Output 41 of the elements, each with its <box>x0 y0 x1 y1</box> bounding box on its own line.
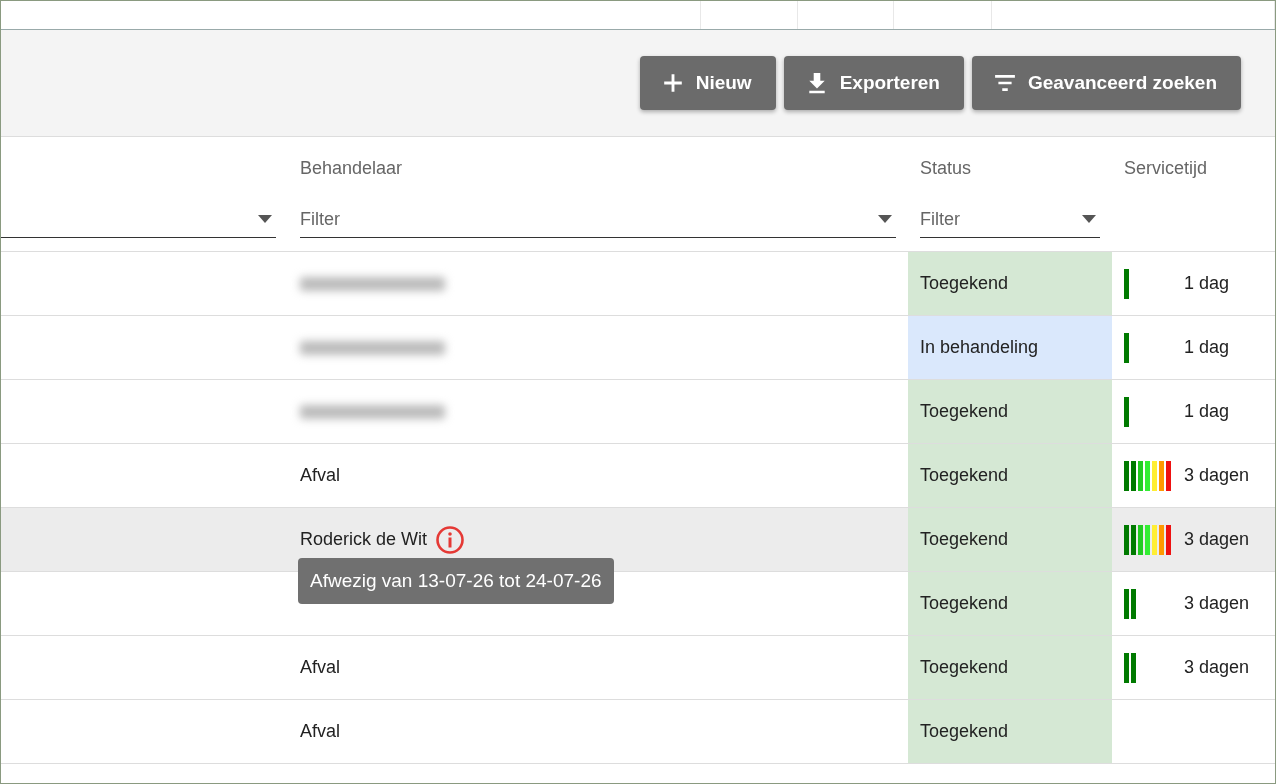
service-time-meter <box>1124 652 1136 683</box>
handler-name: Roderick de Wit <box>300 529 428 550</box>
service-time: 3 dagen <box>1184 465 1250 486</box>
handler-name: Afval <box>300 657 341 678</box>
column-header: Behandelaar <box>300 158 403 178</box>
handler-name: Afval <box>300 721 341 742</box>
filter-icon <box>993 72 1016 94</box>
status-cell: Toegekend <box>908 700 1112 763</box>
status-cell: Toegekend <box>908 572 1112 635</box>
status-cell: Toegekend <box>908 380 1112 443</box>
status-cell: In behandeling <box>908 316 1112 379</box>
caret-icon <box>878 215 892 223</box>
filter-button[interactable]: Geavanceerd zoeken <box>971 56 1241 110</box>
column-header: Servicetijd <box>1124 158 1208 178</box>
service-time: 3 dagen <box>1184 593 1250 614</box>
service-time-meter <box>1124 268 1129 299</box>
filter-dropdown[interactable]: Filter <box>300 201 896 238</box>
service-time: 3 dagen <box>1184 657 1250 678</box>
filter-dropdown[interactable]: Filter <box>920 201 1100 238</box>
status-cell: Toegekend <box>908 508 1112 571</box>
handler-name: Afval <box>300 465 341 486</box>
export-button[interactable]: Exporteren <box>783 56 964 110</box>
service-time-meter <box>1124 396 1129 427</box>
service-time-meter <box>1124 332 1129 363</box>
info-icon[interactable] <box>435 524 466 555</box>
tooltip: Afwezig van 13-07-26 tot 24-07-26 <box>298 558 614 604</box>
status-cell: Toegekend <box>908 252 1112 315</box>
caret-icon <box>258 215 272 223</box>
service-time-meter <box>1124 524 1171 555</box>
column-header: Status <box>920 158 972 178</box>
status-cell: Toegekend <box>908 444 1112 507</box>
service-time: 1 dag <box>1184 337 1230 358</box>
service-time-meter <box>1124 588 1136 619</box>
service-time: 3 dagen <box>1184 529 1250 550</box>
caret-icon <box>1082 215 1096 223</box>
service-time: 1 dag <box>1184 401 1230 422</box>
add-button[interactable]: Nieuw <box>639 56 776 110</box>
status-cell: Toegekend <box>908 636 1112 699</box>
service-time: 1 dag <box>1184 273 1230 294</box>
plus-icon <box>661 72 684 94</box>
service-time-meter <box>1124 460 1171 491</box>
